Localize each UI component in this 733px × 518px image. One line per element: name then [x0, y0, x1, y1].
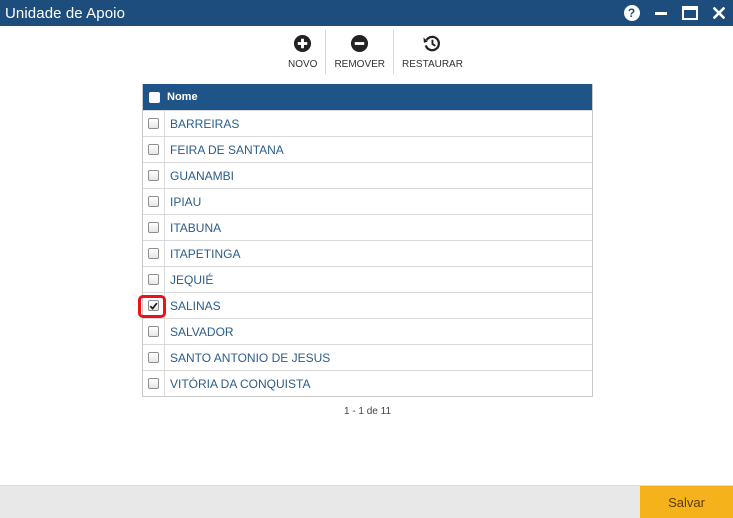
table-row[interactable]: ITAPETINGA — [143, 240, 592, 266]
restore-history-icon — [423, 35, 441, 51]
table-row[interactable]: FEIRA DE SANTANA — [143, 136, 592, 162]
toolbar-divider — [393, 30, 395, 74]
row-name: ITAPETINGA — [170, 246, 241, 261]
row-checkbox[interactable] — [148, 144, 159, 155]
table-row[interactable]: BARREIRAS — [143, 110, 592, 136]
novo-label: NOVO — [288, 59, 318, 70]
maximize-button[interactable] — [675, 0, 704, 26]
save-button[interactable]: Salvar — [640, 486, 733, 518]
row-name: VITÓRIA DA CONQUISTA — [170, 376, 311, 391]
table-row[interactable]: GUANAMBI — [143, 162, 592, 188]
maximize-icon — [681, 6, 698, 20]
table-row[interactable]: ITABUNA — [143, 214, 592, 240]
row-checkbox[interactable] — [148, 170, 159, 181]
row-name: ITABUNA — [170, 220, 222, 235]
window-controls: ? — [617, 0, 733, 26]
minus-circle-icon — [351, 34, 369, 52]
minimize-icon — [654, 12, 667, 15]
footer-bar: Salvar — [0, 485, 733, 518]
row-checkbox[interactable] — [148, 222, 159, 233]
units-grid: Nome BARREIRAS FEIRA DE SANTANA GUANAMBI IP… — [138, 84, 593, 397]
grid-header: Nome — [143, 84, 592, 110]
table-row[interactable]: JEQUIÉ — [143, 266, 592, 292]
row-name: FEIRA DE SANTANA — [170, 142, 284, 157]
row-name: JEQUIÉ — [170, 272, 214, 287]
row-checkbox[interactable] — [148, 118, 159, 129]
restaurar-button[interactable]: RESTAURAR — [396, 30, 469, 76]
row-checkbox[interactable] — [148, 300, 159, 311]
table-row[interactable]: IPIAU — [143, 188, 592, 214]
row-checkbox[interactable] — [148, 248, 159, 259]
toolbar: NOVO REMOVER RESTAURAR — [282, 30, 469, 76]
pagination-info: 1 - 1 de 11 — [343, 406, 392, 417]
row-checkbox[interactable] — [148, 378, 159, 389]
row-checkbox[interactable] — [148, 274, 159, 285]
close-icon — [712, 7, 725, 19]
window-title: Unidade de Apoio — [5, 4, 126, 22]
row-checkbox[interactable] — [148, 352, 159, 363]
row-name: BARREIRAS — [170, 116, 240, 131]
table-row[interactable]: SANTO ANTONIO DE JESUS — [143, 344, 592, 370]
remover-label: REMOVER — [334, 59, 386, 70]
row-name: SALVADOR — [170, 324, 234, 339]
close-button[interactable] — [704, 0, 733, 26]
novo-button[interactable]: NOVO — [282, 30, 323, 76]
row-name: GUANAMBI — [170, 168, 235, 183]
remover-button[interactable]: REMOVER — [328, 30, 391, 76]
minimize-button[interactable] — [646, 0, 675, 26]
row-name: IPIAU — [170, 194, 202, 209]
grid-body: BARREIRAS FEIRA DE SANTANA GUANAMBI IPIAU IT… — [138, 110, 592, 396]
row-name: SANTO ANTONIO DE JESUS — [170, 350, 331, 365]
table-row[interactable]: VITÓRIA DA CONQUISTA — [143, 370, 592, 396]
column-header-nome[interactable]: Nome — [165, 91, 198, 103]
row-checkbox[interactable] — [148, 326, 159, 337]
window-titlebar: Unidade de Apoio ? — [0, 0, 733, 26]
row-checkbox[interactable] — [148, 196, 159, 207]
select-all-checkbox[interactable] — [148, 91, 160, 103]
toolbar-divider — [325, 30, 327, 74]
restaurar-label: RESTAURAR — [402, 59, 463, 70]
table-row[interactable]: SALVADOR — [143, 318, 592, 344]
help-button[interactable]: ? — [617, 0, 646, 26]
row-name: SALINAS — [170, 298, 221, 313]
checkmark-icon — [149, 302, 158, 310]
table-row[interactable]: SALINAS — [138, 292, 592, 318]
help-icon: ? — [623, 5, 640, 21]
plus-circle-icon — [294, 34, 312, 52]
